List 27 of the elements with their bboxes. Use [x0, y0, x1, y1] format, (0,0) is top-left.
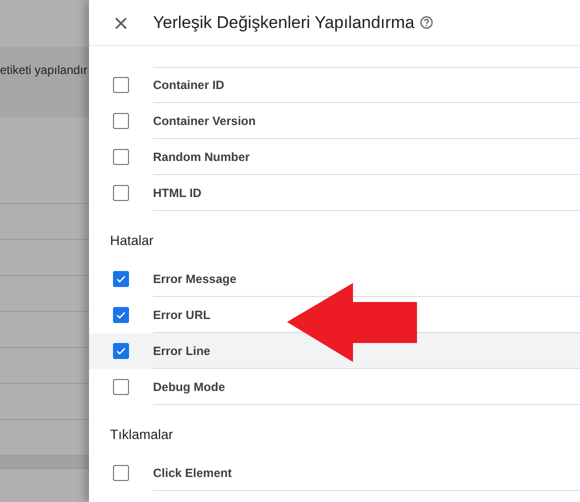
- checkbox[interactable]: [113, 465, 129, 481]
- checkbox[interactable]: [113, 185, 129, 201]
- variable-label: HTML ID: [153, 184, 202, 202]
- checkbox[interactable]: [113, 113, 129, 129]
- close-button[interactable]: ×: [89, 10, 153, 36]
- checkmark-icon: [115, 345, 127, 357]
- checkbox[interactable]: [113, 149, 129, 165]
- section-heading: Hatalar: [109, 232, 155, 250]
- dialog-title: Yerleşik Değişkenleri Yapılandırma: [153, 12, 414, 34]
- variable-label: Error URL: [153, 306, 210, 324]
- checkbox[interactable]: [113, 343, 129, 359]
- variable-label: Error Message: [153, 270, 236, 288]
- checkmark-icon: [115, 309, 127, 321]
- variable-label: Random Number: [153, 148, 250, 166]
- variable-label: Debug Mode: [153, 378, 225, 396]
- checkbox[interactable]: [113, 307, 129, 323]
- variable-label: Click Element: [153, 464, 232, 482]
- checkmark-icon: [115, 273, 127, 285]
- row-text: etiketi yapılandır: [0, 63, 88, 77]
- section-heading: Tıklamalar: [109, 426, 174, 444]
- variable-label: Container ID: [153, 77, 224, 94]
- checkbox[interactable]: [113, 379, 129, 395]
- help-icon[interactable]: [420, 16, 434, 29]
- checkbox[interactable]: [113, 77, 129, 93]
- variable-label: Container Version: [153, 112, 256, 130]
- variable-label: Error Line: [153, 342, 210, 360]
- checkbox[interactable]: [113, 271, 129, 287]
